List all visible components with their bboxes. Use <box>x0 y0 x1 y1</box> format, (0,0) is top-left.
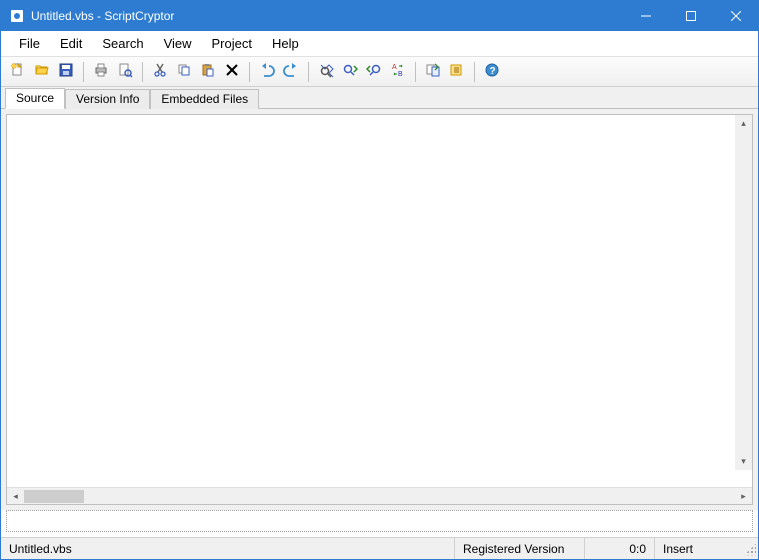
tab-embedded-files[interactable]: Embedded Files <box>150 89 259 109</box>
toolbar-separator <box>474 62 475 82</box>
output-panel[interactable] <box>6 510 753 532</box>
editor-area: ▴ ▾ ◂ ▸ <box>1 109 758 510</box>
replace-icon: AB <box>390 62 406 81</box>
find-next-icon <box>342 62 358 81</box>
scroll-up-icon[interactable]: ▴ <box>735 115 752 132</box>
status-filename: Untitled.vbs <box>1 538 455 559</box>
grip-icon <box>744 544 756 556</box>
window-controls <box>623 1 758 31</box>
horizontal-scrollbar[interactable]: ◂ ▸ <box>7 487 752 504</box>
svg-text:?: ? <box>490 66 496 77</box>
cut-button[interactable] <box>149 61 171 83</box>
cut-icon <box>152 62 168 81</box>
delete-button[interactable] <box>221 61 243 83</box>
status-cursor-position: 0:0 <box>585 538 655 559</box>
save-icon <box>58 62 74 81</box>
paste-button[interactable] <box>197 61 219 83</box>
scroll-down-icon[interactable]: ▾ <box>735 453 752 470</box>
status-insert-mode: Insert <box>655 538 725 559</box>
menu-edit[interactable]: Edit <box>50 33 92 54</box>
copy-button[interactable] <box>173 61 195 83</box>
redo-icon <box>283 62 299 81</box>
toolbar-separator <box>83 62 84 82</box>
titlebar: Untitled.vbs - ScriptCryptor <box>1 1 758 31</box>
hscroll-thumb[interactable] <box>24 490 84 503</box>
find-prev-button[interactable] <box>363 61 385 83</box>
print-preview-button[interactable] <box>114 61 136 83</box>
hscroll-track[interactable] <box>24 488 735 504</box>
print-button[interactable] <box>90 61 112 83</box>
compile-icon <box>425 62 441 81</box>
menu-help[interactable]: Help <box>262 33 309 54</box>
undo-button[interactable] <box>256 61 278 83</box>
find-button[interactable] <box>315 61 337 83</box>
vscroll-track[interactable] <box>735 132 752 453</box>
settings-button[interactable] <box>446 61 468 83</box>
status-version: Registered Version <box>455 538 585 559</box>
minimize-button[interactable] <box>623 1 668 31</box>
new-file-icon <box>10 62 26 81</box>
toolbar-separator <box>142 62 143 82</box>
code-editor[interactable]: ▴ ▾ ◂ ▸ <box>6 114 753 505</box>
save-button[interactable] <box>55 61 77 83</box>
editor-content[interactable]: ▴ ▾ <box>7 115 752 487</box>
compile-button[interactable] <box>422 61 444 83</box>
scroll-left-icon[interactable]: ◂ <box>7 488 24 505</box>
find-prev-icon <box>366 62 382 81</box>
help-button[interactable]: ? <box>481 61 503 83</box>
window-title: Untitled.vbs - ScriptCryptor <box>31 9 623 23</box>
find-icon <box>318 62 334 81</box>
menu-view[interactable]: View <box>154 33 202 54</box>
resize-grip[interactable] <box>740 540 758 558</box>
maximize-button[interactable] <box>668 1 713 31</box>
undo-icon <box>259 62 275 81</box>
toolbar-separator <box>415 62 416 82</box>
vertical-scrollbar[interactable]: ▴ ▾ <box>735 115 752 470</box>
help-icon: ? <box>484 62 500 81</box>
tabstrip: Source Version Info Embedded Files <box>1 87 758 109</box>
print-preview-icon <box>117 62 133 81</box>
toolbar: AB ? <box>1 57 758 87</box>
close-button[interactable] <box>713 1 758 31</box>
open-button[interactable] <box>31 61 53 83</box>
new-file-button[interactable] <box>7 61 29 83</box>
tab-source[interactable]: Source <box>5 88 65 109</box>
toolbar-separator <box>249 62 250 82</box>
settings-icon <box>449 62 465 81</box>
print-icon <box>93 62 109 81</box>
scroll-right-icon[interactable]: ▸ <box>735 488 752 505</box>
replace-button[interactable]: AB <box>387 61 409 83</box>
copy-icon <box>176 62 192 81</box>
menu-project[interactable]: Project <box>202 33 262 54</box>
svg-text:B: B <box>398 71 403 78</box>
paste-icon <box>200 62 216 81</box>
toolbar-separator <box>308 62 309 82</box>
find-next-button[interactable] <box>339 61 361 83</box>
delete-icon <box>224 62 240 81</box>
tab-version-info[interactable]: Version Info <box>65 89 150 109</box>
menu-search[interactable]: Search <box>92 33 153 54</box>
app-icon <box>9 8 25 24</box>
open-folder-icon <box>34 62 50 81</box>
redo-button[interactable] <box>280 61 302 83</box>
svg-text:A: A <box>392 64 397 71</box>
menu-file[interactable]: File <box>9 33 50 54</box>
statusbar: Untitled.vbs Registered Version 0:0 Inse… <box>1 537 758 559</box>
menubar: File Edit Search View Project Help <box>1 31 758 57</box>
